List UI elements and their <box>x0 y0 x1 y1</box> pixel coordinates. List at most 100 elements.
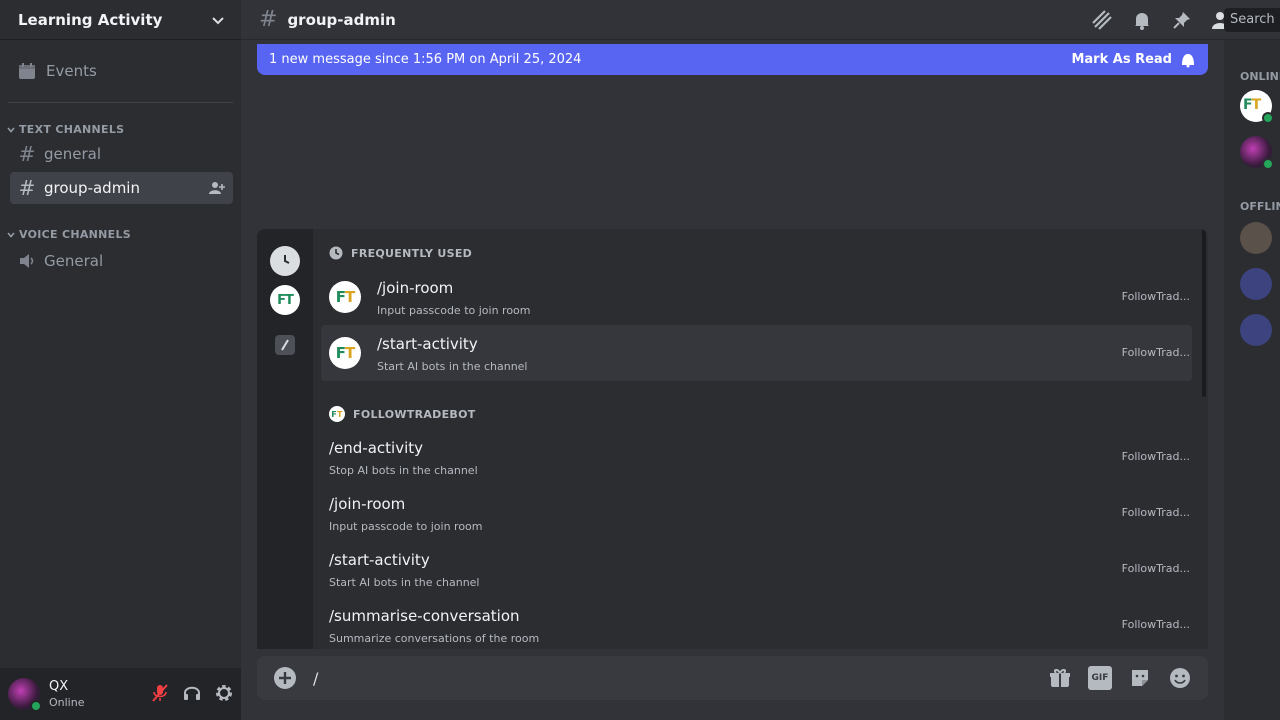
command-option[interactable]: /start-activity Start AI bots in the cha… <box>321 541 1192 597</box>
category-text-channels[interactable]: TEXT CHANNELS <box>0 123 241 136</box>
channel-label: general <box>44 145 102 163</box>
channel-header: # group-admin Search <box>241 0 1280 40</box>
command-source: FollowTrad... <box>1121 618 1190 631</box>
command-name: /join-room <box>377 279 454 297</box>
voice-channel-general[interactable]: General <box>10 245 233 277</box>
section-title: FOLLOWTRADEBOT <box>353 407 476 421</box>
hash-icon: # <box>259 7 278 32</box>
gif-icon[interactable]: GIF <box>1088 666 1112 690</box>
new-messages-text: 1 new message since 1:56 PM on April 25,… <box>269 52 582 67</box>
member-avatar[interactable]: FT <box>1240 90 1274 124</box>
mark-read-icon <box>1182 53 1194 67</box>
command-category-rail: FT <box>257 229 313 649</box>
offline-label: OFFLINE <box>1240 200 1280 213</box>
user-info[interactable]: QX Online <box>49 679 84 709</box>
events-label: Events <box>46 62 97 80</box>
command-autocomplete-popup: FT FREQUENTLY USED FT /join-room Input p… <box>257 229 1208 649</box>
chevron-down-icon <box>7 231 15 238</box>
message-input[interactable]: / <box>313 669 318 688</box>
member-avatar[interactable] <box>1240 222 1272 254</box>
username: QX <box>49 679 69 694</box>
command-option[interactable]: /end-activity Stop AI bots in the channe… <box>321 429 1192 485</box>
bell-icon[interactable] <box>1130 8 1154 32</box>
command-description: Summarize conversations of the room <box>329 632 540 645</box>
hash-icon: # <box>18 176 36 200</box>
command-description: Input passcode to join room <box>329 520 483 533</box>
command-description: Input passcode to join room <box>377 304 531 317</box>
command-name: /start-activity <box>377 335 478 353</box>
channel-sidebar: Learning Activity Events TEXT CHANNELS #… <box>0 0 241 720</box>
command-option[interactable]: FT /start-activity Start AI bots in the … <box>321 325 1192 381</box>
mark-as-read-button[interactable]: Mark As Read <box>1071 52 1196 68</box>
online-status-dot <box>30 700 42 712</box>
member-list: ONLINE FT OFFLINE <box>1224 40 1280 720</box>
invite-icon[interactable] <box>209 180 225 196</box>
mute-mic-icon[interactable] <box>149 682 171 704</box>
channel-label: General <box>44 252 104 270</box>
settings-gear-icon[interactable] <box>213 682 235 704</box>
bot-avatar: FT <box>329 281 361 313</box>
command-name: /summarise-conversation <box>329 607 520 625</box>
sidebar-divider <box>8 102 233 103</box>
bot-section-header: FT FOLLOWTRADEBOT <box>329 406 476 422</box>
command-source: FollowTrad... <box>1121 450 1190 463</box>
command-source: FollowTrad... <box>1121 290 1190 303</box>
clock-icon[interactable] <box>270 246 300 276</box>
channel-title: group-admin <box>287 10 396 29</box>
command-option[interactable]: /summarise-conversation Summarize conver… <box>321 597 1192 649</box>
command-option[interactable]: /join-room Input passcode to join room F… <box>321 485 1192 541</box>
bot-initials: FT <box>277 292 294 308</box>
frequently-used-header: FREQUENTLY USED <box>329 246 472 260</box>
headphones-icon[interactable] <box>181 682 203 704</box>
section-title: FREQUENTLY USED <box>351 246 473 260</box>
pin-icon[interactable] <box>1170 8 1194 32</box>
clock-icon <box>329 246 343 260</box>
slash-command-icon[interactable] <box>275 335 295 355</box>
bot-icon: FT <box>329 406 345 422</box>
add-attachment-icon[interactable] <box>273 666 297 690</box>
hash-icon: # <box>18 142 36 166</box>
online-status-dot <box>1262 158 1274 170</box>
member-avatar[interactable] <box>1240 136 1274 170</box>
member-avatar[interactable] <box>1240 268 1272 300</box>
command-description: Start AI bots in the channel <box>329 576 480 589</box>
command-source: FollowTrad... <box>1121 562 1190 575</box>
command-description: Start AI bots in the channel <box>377 360 528 373</box>
message-composer[interactable]: / GIF <box>257 656 1208 700</box>
mark-as-read-label: Mark As Read <box>1071 52 1172 67</box>
chevron-down-icon <box>212 16 224 24</box>
online-status-dot <box>1262 112 1274 124</box>
popup-scrollbar[interactable] <box>1202 229 1206 397</box>
bot-category-icon[interactable]: FT <box>270 285 300 315</box>
emoji-icon[interactable] <box>1168 666 1192 690</box>
command-source: FollowTrad... <box>1121 506 1190 519</box>
category-label: VOICE CHANNELS <box>19 228 132 241</box>
command-source: FollowTrad... <box>1121 346 1190 359</box>
calendar-icon <box>19 63 35 79</box>
channel-group-admin[interactable]: # group-admin <box>10 172 233 204</box>
sticker-icon[interactable] <box>1128 666 1152 690</box>
online-label: ONLINE <box>1240 70 1280 83</box>
avatar[interactable] <box>8 678 42 712</box>
channel-general[interactable]: # general <box>10 138 233 170</box>
command-description: Stop AI bots in the channel <box>329 464 478 477</box>
threads-icon[interactable] <box>1090 8 1114 32</box>
search-input[interactable]: Search <box>1224 8 1280 32</box>
command-name: /start-activity <box>329 551 430 569</box>
command-name: /join-room <box>329 495 406 513</box>
bot-avatar: FT <box>329 337 361 369</box>
server-name: Learning Activity <box>18 10 163 29</box>
member-avatar[interactable] <box>1240 314 1272 346</box>
gift-icon[interactable] <box>1048 666 1072 690</box>
user-status: Online <box>49 696 85 709</box>
user-panel: QX Online <box>0 668 241 720</box>
command-option[interactable]: FT /join-room Input passcode to join roo… <box>321 269 1192 325</box>
chevron-down-icon <box>7 126 15 133</box>
category-label: TEXT CHANNELS <box>19 123 125 136</box>
command-list: FREQUENTLY USED FT /join-room Input pass… <box>313 229 1208 649</box>
server-header[interactable]: Learning Activity <box>0 0 241 40</box>
new-messages-banner[interactable]: 1 new message since 1:56 PM on April 25,… <box>257 44 1208 75</box>
bot-initial-t: T <box>1251 97 1262 113</box>
category-voice-channels[interactable]: VOICE CHANNELS <box>0 228 241 241</box>
events-item[interactable]: Events <box>8 54 233 88</box>
